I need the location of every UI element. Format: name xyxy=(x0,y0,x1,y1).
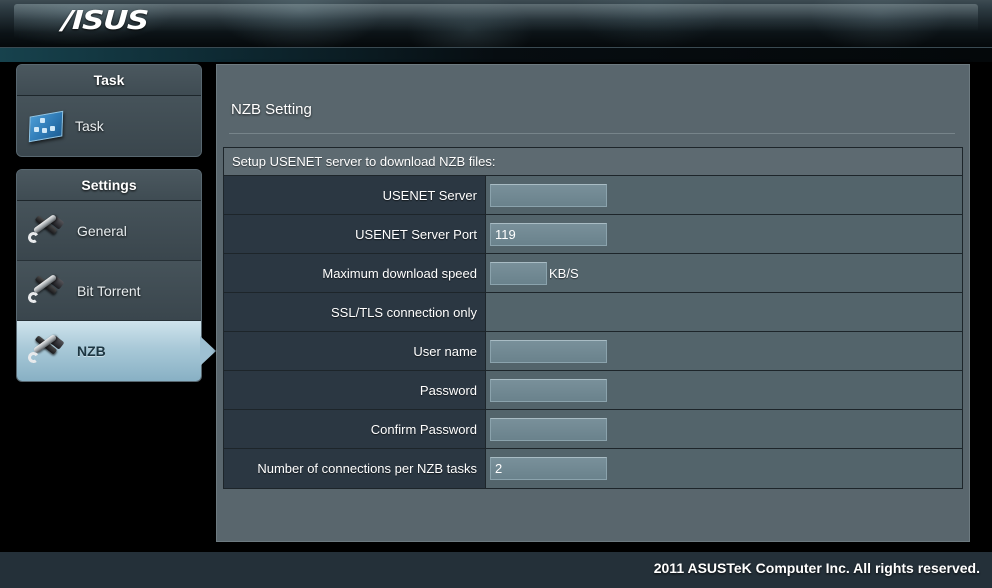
header-gloss xyxy=(14,4,978,44)
usenet-server-port-input[interactable] xyxy=(490,222,607,246)
asus-logo: /ISUS xyxy=(61,6,149,36)
content-panel: NZB Setting Setup USENET server to downl… xyxy=(216,64,970,585)
row-label: SSL/TLS connection only xyxy=(224,293,486,331)
sidebar-item-label: Bit Torrent xyxy=(77,282,141,299)
table-row: USENET Server xyxy=(224,176,962,215)
table-row: Number of connections per NZB tasks xyxy=(224,449,962,488)
task-panel: Task Task xyxy=(16,64,202,157)
row-value xyxy=(486,332,962,370)
tools-icon xyxy=(27,273,67,307)
connections-per-task-input[interactable] xyxy=(490,457,607,480)
row-value xyxy=(486,410,962,448)
row-value xyxy=(486,371,962,409)
user-name-input[interactable] xyxy=(490,339,607,363)
app-window: /ISUS Task Task Settings General Bit Tor… xyxy=(0,0,992,588)
row-value: KB/S xyxy=(486,254,962,292)
sidebar: Task Task Settings General Bit Torrent N… xyxy=(16,64,216,394)
row-label: Confirm Password xyxy=(224,410,486,448)
page-title: NZB Setting xyxy=(231,101,312,118)
task-panel-title: Task xyxy=(17,65,201,96)
table-row: SSL/TLS connection only xyxy=(224,293,962,332)
table-row: Confirm Password xyxy=(224,410,962,449)
tools-icon xyxy=(27,333,67,367)
sidebar-item-task[interactable]: Task xyxy=(17,96,201,156)
settings-panel-title: Settings xyxy=(17,170,201,201)
tools-icon xyxy=(27,213,67,247)
sidebar-item-label: NZB xyxy=(77,343,106,359)
app-footer: 2011 ASUSTeK Computer Inc. All rights re… xyxy=(0,552,992,588)
row-label: Number of connections per NZB tasks xyxy=(224,449,486,488)
sidebar-item-label: Task xyxy=(75,118,104,134)
sidebar-item-bit-torrent[interactable]: Bit Torrent xyxy=(17,261,201,321)
table-row: USENET Server Port xyxy=(224,215,962,254)
title-divider xyxy=(229,133,955,134)
max-download-speed-input[interactable] xyxy=(490,261,547,285)
row-label: Password xyxy=(224,371,486,409)
task-icon xyxy=(27,110,65,143)
table-section-header: Setup USENET server to download NZB file… xyxy=(224,148,962,176)
copyright-text: 2011 ASUSTeK Computer Inc. All rights re… xyxy=(653,560,980,576)
sidebar-item-nzb[interactable]: NZB xyxy=(17,321,216,381)
row-label: USENET Server Port xyxy=(224,215,486,253)
speed-unit-label: KB/S xyxy=(549,265,579,281)
sidebar-item-general[interactable]: General xyxy=(17,201,201,261)
selection-arrow-icon xyxy=(200,336,216,366)
row-value xyxy=(486,176,962,214)
table-row: Maximum download speed KB/S xyxy=(224,254,962,293)
row-label: Maximum download speed xyxy=(224,254,486,292)
table-row: User name xyxy=(224,332,962,371)
password-input[interactable] xyxy=(490,378,607,402)
app-header: /ISUS xyxy=(0,0,992,48)
settings-panel: Settings General Bit Torrent NZB xyxy=(16,169,216,382)
row-value xyxy=(486,215,962,253)
table-row: Password xyxy=(224,371,962,410)
row-value[interactable] xyxy=(486,293,962,331)
row-value xyxy=(486,449,962,488)
usenet-server-input[interactable] xyxy=(490,183,607,207)
row-label: USENET Server xyxy=(224,176,486,214)
row-label: User name xyxy=(224,332,486,370)
sidebar-item-label: General xyxy=(77,222,127,239)
nzb-settings-table: Setup USENET server to download NZB file… xyxy=(223,147,963,489)
confirm-password-input[interactable] xyxy=(490,417,607,441)
